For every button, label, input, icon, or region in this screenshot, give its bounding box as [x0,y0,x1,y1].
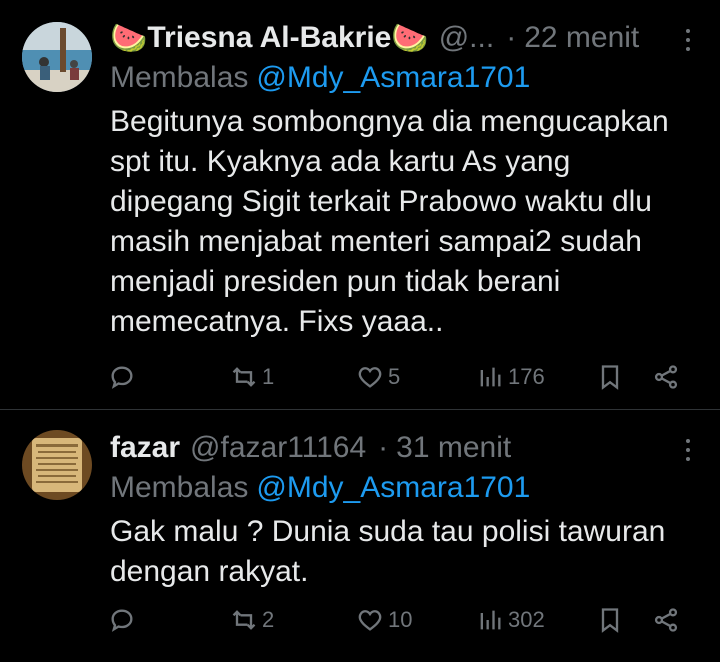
display-name[interactable]: fazar [110,431,180,465]
bookmark-icon [596,606,624,634]
share-icon [652,363,680,391]
like-button[interactable]: 10 [356,606,412,634]
watermelon-emoji: 🍉 [110,21,148,55]
avatar[interactable] [22,430,92,500]
tweet-2[interactable]: fazar @fazar11164 · 31 menit Membalas @Md… [0,410,720,662]
tweet-header: fazar @fazar11164 · 31 menit [110,428,700,468]
avatar[interactable] [22,22,92,92]
like-count: 10 [388,607,413,632]
tweet-header: 🍉 Triesna Al-Bakrie 🍉 @... · 22 menit [110,18,700,58]
bookmark-button[interactable] [596,606,624,634]
views-button[interactable]: 176 [476,363,545,391]
more-icon[interactable] [686,434,692,466]
share-button[interactable] [652,363,680,391]
timestamp[interactable]: 31 menit [396,431,511,465]
share-button[interactable] [652,606,680,634]
like-button[interactable]: 5 [356,363,400,391]
like-icon [356,363,384,391]
views-icon [476,363,504,391]
watermelon-emoji: 🍉 [391,21,429,55]
like-count: 5 [388,364,401,389]
user-handle[interactable]: @fazar11164 [190,431,366,465]
tweet-text: Begitunya sombongnya dia mengucapkan spt… [110,105,669,338]
replying-label: Membalas [110,61,249,94]
views-icon [476,606,504,634]
retweet-count: 2 [262,607,275,632]
retweet-button[interactable]: 2 [230,606,274,634]
timestamp[interactable]: 22 menit [524,21,639,55]
mention-link[interactable]: @Mdy_Asmara1701 [256,61,530,94]
reply-button[interactable] [108,606,136,634]
views-button[interactable]: 302 [476,606,545,634]
tweet-text: Gak malu ? Dunia suda tau polisi tawuran… [110,515,666,588]
retweet-count: 1 [262,364,275,389]
reply-icon [108,363,136,391]
tweet-1[interactable]: 🍉 Triesna Al-Bakrie 🍉 @... · 22 menit Me… [0,0,720,410]
retweet-button[interactable]: 1 [230,363,274,391]
reply-icon [108,606,136,634]
mention-link[interactable]: @Mdy_Asmara1701 [256,471,530,504]
bookmark-icon [596,363,624,391]
bookmark-button[interactable] [596,363,624,391]
reply-button[interactable] [108,363,136,391]
more-icon[interactable] [686,24,692,56]
separator-dot: · [378,431,389,464]
like-icon [356,606,384,634]
retweet-icon [230,363,258,391]
share-icon [652,606,680,634]
views-count: 176 [508,364,545,389]
replying-to: Membalas @Mdy_Asmara1701 [110,468,700,508]
replying-to: Membalas @Mdy_Asmara1701 [110,58,700,98]
replying-label: Membalas [110,471,249,504]
display-name[interactable]: Triesna Al-Bakrie [147,21,391,55]
user-handle[interactable]: @... [439,21,494,55]
separator-dot: · [506,21,517,54]
action-bar: 1 5 176 [108,357,700,397]
action-bar: 2 10 302 [108,600,700,640]
views-count: 302 [508,607,545,632]
retweet-icon [230,606,258,634]
